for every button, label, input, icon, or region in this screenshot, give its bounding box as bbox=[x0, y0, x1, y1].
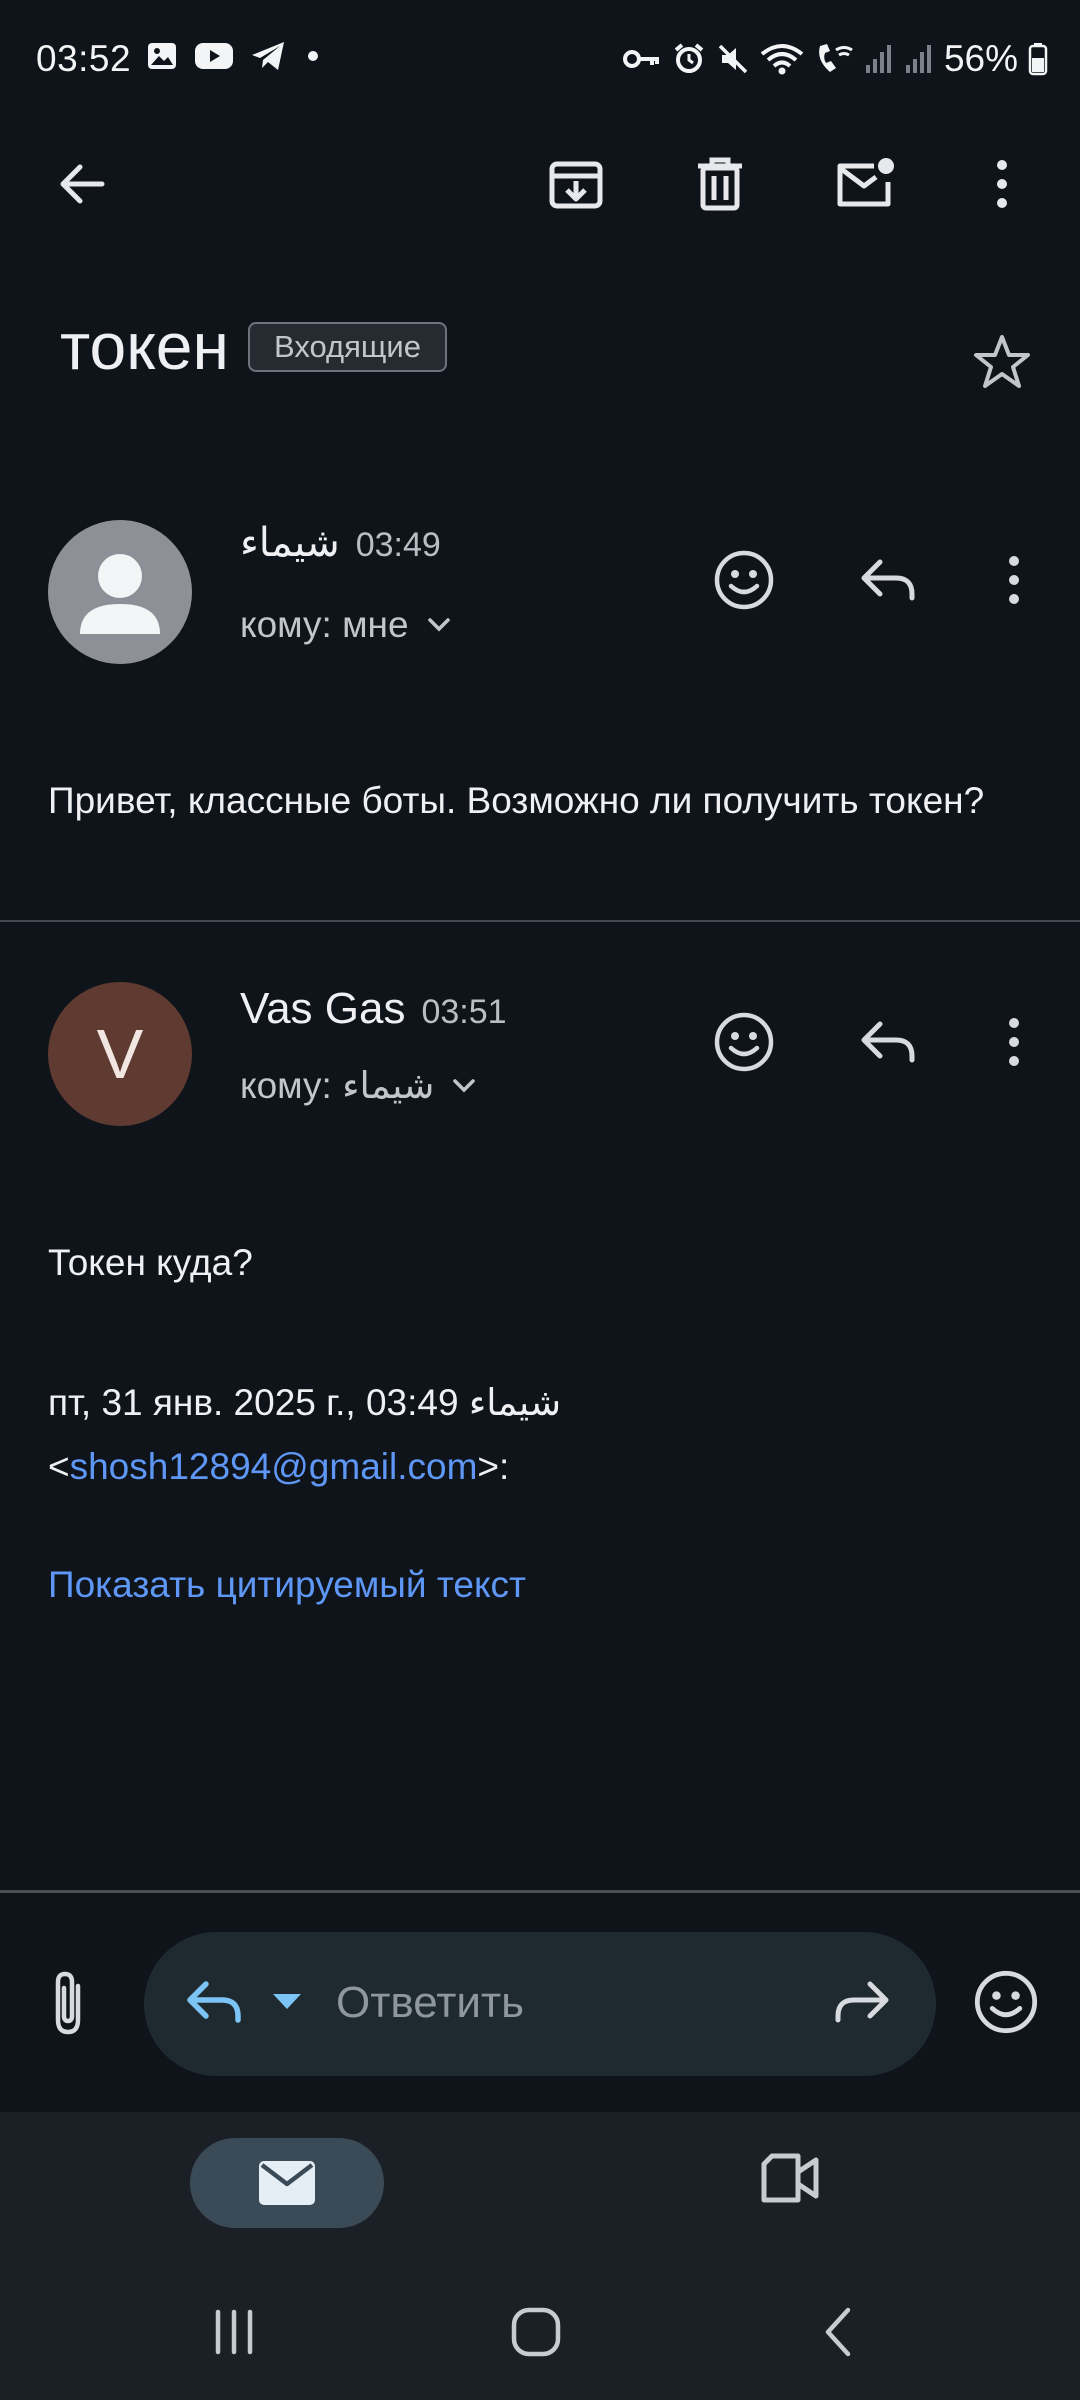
reply-emoji-button[interactable] bbox=[972, 1968, 1040, 2036]
status-bar: 03:52 56% bbox=[0, 0, 1080, 122]
back-button[interactable] bbox=[46, 148, 118, 220]
wifi-calling-icon bbox=[814, 42, 854, 76]
alarm-icon bbox=[672, 42, 706, 76]
home-icon bbox=[511, 2307, 561, 2357]
mark-unread-icon bbox=[837, 158, 894, 207]
quote-bracket: >: bbox=[477, 1446, 510, 1487]
star-button[interactable] bbox=[972, 332, 1032, 392]
reply-divider bbox=[0, 1890, 1080, 1893]
reply-compose-bar[interactable] bbox=[144, 1932, 936, 2076]
star-icon bbox=[974, 335, 1030, 388]
quote-header: пт, 31 янв. 2025 г., 03:49 شيماء <shosh1… bbox=[48, 1380, 1038, 1490]
recent-apps-icon bbox=[215, 2309, 253, 2355]
signal-icon bbox=[904, 43, 934, 75]
key-icon bbox=[622, 44, 662, 74]
delete-button[interactable] bbox=[684, 148, 756, 220]
reply-icon bbox=[861, 559, 915, 601]
sender-avatar[interactable] bbox=[48, 520, 192, 664]
wifi-icon bbox=[760, 42, 804, 76]
recipient-details-toggle[interactable]: кому: мне bbox=[240, 604, 453, 646]
notification-icons bbox=[146, 40, 324, 72]
status-time: 03:52 bbox=[36, 38, 132, 79]
telegram-icon bbox=[250, 40, 286, 72]
reply-type-selector[interactable] bbox=[182, 1970, 246, 2034]
dropdown-triangle-icon bbox=[273, 1994, 301, 2009]
reply-type-dropdown[interactable] bbox=[270, 1990, 304, 2014]
message-more-button[interactable] bbox=[978, 1006, 1050, 1078]
battery-percent: 56% bbox=[943, 38, 1018, 79]
reply-input[interactable]: Ответить bbox=[336, 1978, 524, 2028]
sender-name: Vas Gas bbox=[240, 984, 406, 1033]
avatar-letter: V bbox=[96, 1015, 144, 1093]
attachment-icon bbox=[55, 1971, 81, 2035]
reply-icon bbox=[187, 1981, 241, 2023]
back-arrow-icon bbox=[60, 164, 105, 204]
mark-unread-button[interactable] bbox=[828, 148, 900, 220]
message-time: 03:49 bbox=[355, 526, 441, 564]
youtube-icon bbox=[194, 41, 234, 71]
quote-email-line: <shosh12894@gmail.com>: bbox=[48, 1444, 1038, 1490]
message-divider bbox=[0, 920, 1080, 922]
reply-icon bbox=[861, 1021, 915, 1063]
dot-icon bbox=[302, 45, 324, 67]
sender-avatar[interactable]: V bbox=[48, 982, 192, 1126]
message-body: Токен куда? bbox=[48, 1242, 253, 1283]
show-quoted-text-link[interactable]: Показать цитируемый текст bbox=[48, 1562, 1038, 1608]
email-subject: токен bbox=[60, 309, 229, 383]
message-more-button[interactable] bbox=[978, 544, 1050, 616]
more-vertical-icon bbox=[1009, 1018, 1019, 1066]
emoji-icon bbox=[714, 1012, 774, 1072]
system-back-button[interactable] bbox=[804, 2296, 876, 2368]
more-options-button[interactable] bbox=[966, 148, 1038, 220]
recent-apps-button[interactable] bbox=[198, 2296, 270, 2368]
video-camera-icon bbox=[761, 2153, 819, 2203]
mute-icon bbox=[716, 42, 750, 76]
mail-icon bbox=[259, 2161, 315, 2205]
attach-button[interactable] bbox=[34, 1966, 104, 2042]
nav-meet-tab[interactable] bbox=[758, 2150, 822, 2206]
emoji-icon bbox=[714, 550, 774, 610]
chevron-down-icon bbox=[427, 618, 450, 632]
more-vertical-icon bbox=[997, 160, 1007, 208]
forward-button[interactable] bbox=[830, 1970, 894, 2034]
label-badge[interactable]: Входящие bbox=[248, 322, 447, 372]
forward-icon bbox=[835, 1981, 889, 2023]
battery-icon bbox=[1028, 42, 1048, 76]
emoji-icon bbox=[974, 1970, 1038, 2034]
react-emoji-button[interactable] bbox=[708, 544, 780, 616]
system-status-icons: 56% bbox=[622, 38, 1048, 80]
person-icon bbox=[80, 554, 160, 634]
back-chevron-icon bbox=[825, 2307, 851, 2357]
chevron-down-icon bbox=[453, 1078, 476, 1092]
quote-date-sender: пт, 31 янв. 2025 г., 03:49 شيماء bbox=[48, 1382, 562, 1423]
react-emoji-button[interactable] bbox=[708, 1006, 780, 1078]
nav-mail-tab[interactable] bbox=[190, 2138, 384, 2228]
quote-bracket: < bbox=[48, 1446, 70, 1487]
reply-button[interactable] bbox=[852, 1006, 924, 1078]
reply-button[interactable] bbox=[852, 544, 924, 616]
recipient-label: кому: мне bbox=[240, 604, 409, 645]
message-2-header[interactable]: Vas Gas 03:51 bbox=[240, 984, 507, 1034]
archive-icon bbox=[549, 161, 603, 209]
message-body: Привет, классные боты. Возможно ли получ… bbox=[48, 780, 985, 821]
recipient-label: кому: شيماء bbox=[240, 1065, 435, 1106]
archive-button[interactable] bbox=[540, 148, 612, 220]
sender-name: شيماء bbox=[240, 521, 340, 565]
home-button[interactable] bbox=[500, 2296, 572, 2368]
sender-email-link[interactable]: shosh12894@gmail.com bbox=[70, 1446, 478, 1487]
message-1-header[interactable]: شيماء 03:49 bbox=[240, 520, 441, 566]
message-time: 03:51 bbox=[421, 993, 507, 1031]
signal-icon bbox=[864, 43, 894, 75]
delete-icon bbox=[698, 157, 742, 211]
gallery-icon bbox=[146, 40, 178, 72]
more-vertical-icon bbox=[1009, 556, 1019, 604]
recipient-details-toggle[interactable]: кому: شيماء bbox=[240, 1064, 478, 1107]
